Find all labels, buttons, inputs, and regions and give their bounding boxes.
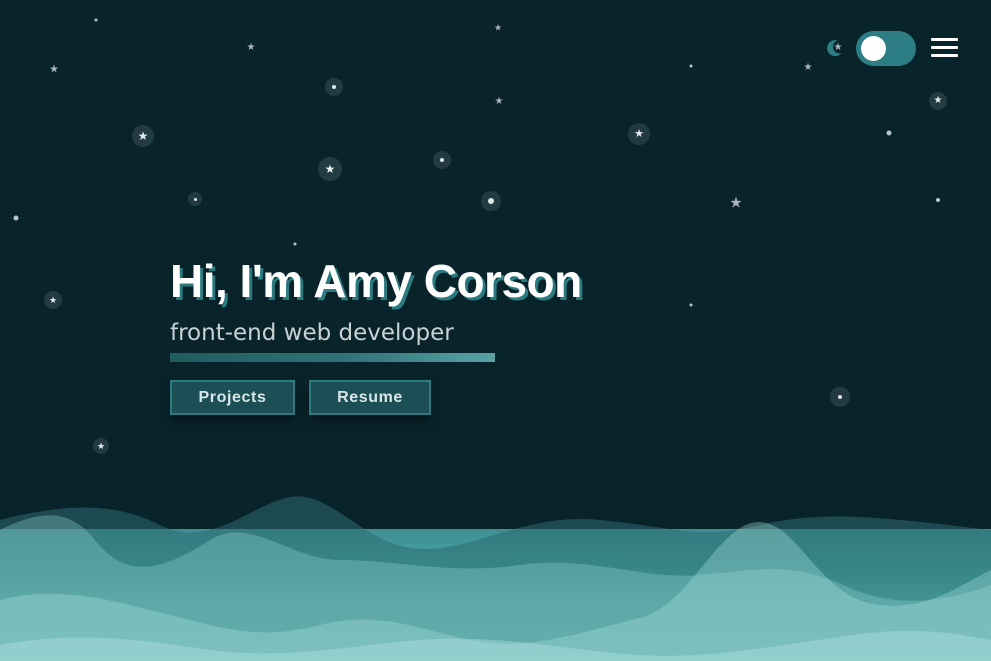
menu-line (931, 54, 958, 57)
menu-line (931, 46, 958, 49)
resume-button[interactable]: Resume (309, 380, 431, 415)
toggle-switch[interactable] (856, 31, 916, 66)
hero-title: Hi, I'm Amy Corson (170, 255, 582, 307)
hero-section: Hi, I'm Amy Corson front-end web develop… (170, 252, 690, 415)
hamburger-icon[interactable] (931, 38, 958, 58)
hero-buttons: Projects Resume (170, 380, 690, 415)
hero-subtitle: front-end web developer (170, 320, 454, 346)
subtitle-underline (170, 353, 495, 362)
moon-icon[interactable] (824, 38, 844, 58)
page: ★ ★ ★ ★ ★ ★ ★ ★ ★ ★ ★ ★ ★ Hi, I'm Amy Co… (0, 0, 991, 661)
theme-toggle[interactable] (824, 31, 916, 66)
projects-button[interactable]: Projects (170, 380, 295, 415)
toggle-knob[interactable] (861, 36, 886, 61)
menu-line (931, 38, 958, 41)
